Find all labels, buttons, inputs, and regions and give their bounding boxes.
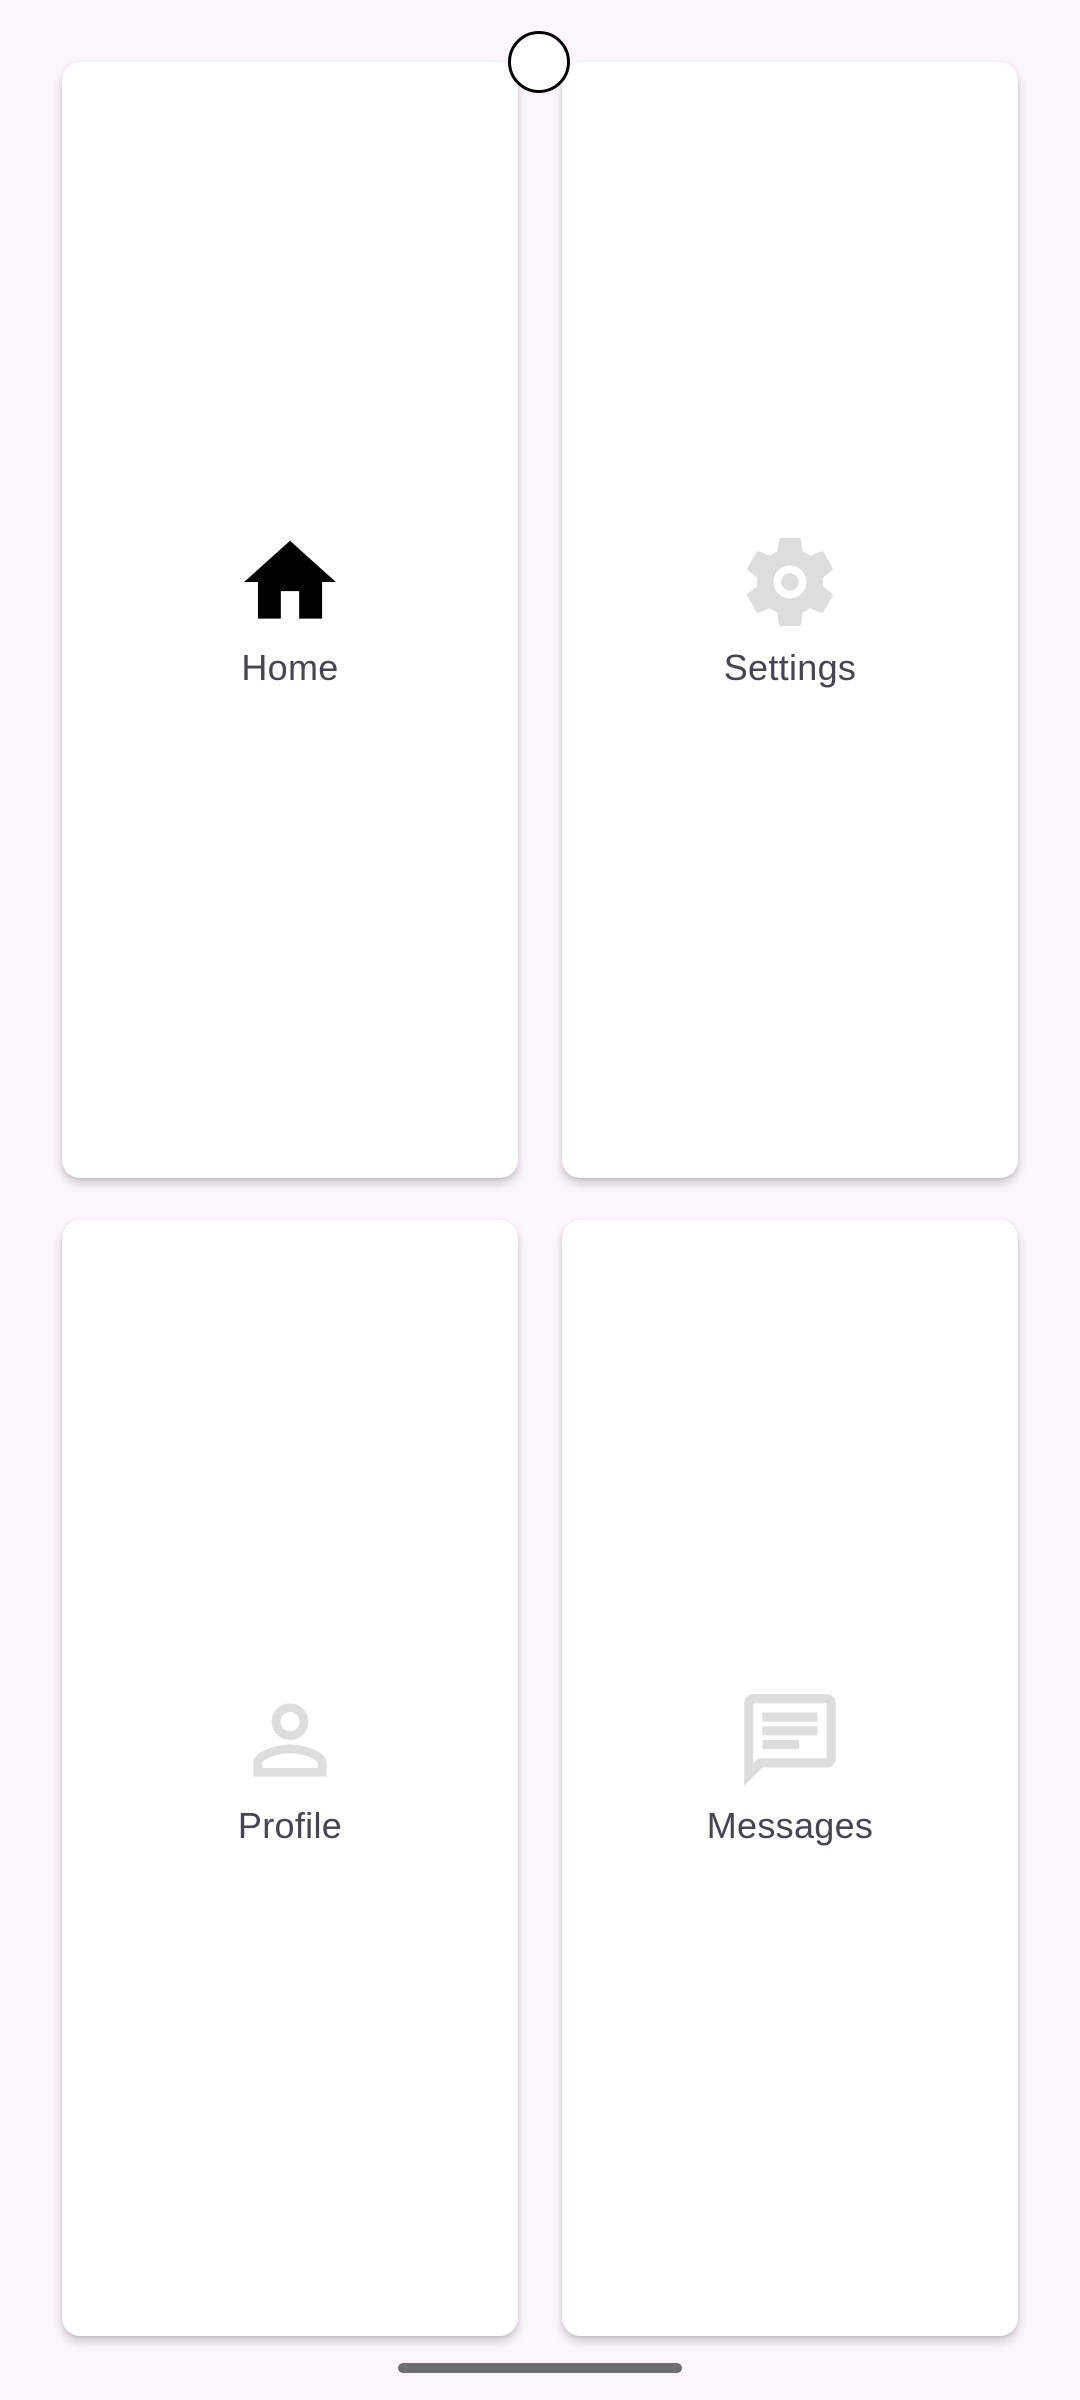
home-label: Home bbox=[241, 647, 339, 688]
tile-grid: Home Settings Profile Messages bbox=[62, 62, 1018, 2336]
settings-label: Settings bbox=[723, 647, 857, 688]
profile-tile[interactable]: Profile bbox=[62, 1220, 518, 2336]
gear-icon bbox=[735, 527, 845, 637]
person-icon bbox=[235, 1685, 345, 1795]
messages-tile[interactable]: Messages bbox=[562, 1220, 1018, 2336]
gesture-home-bar[interactable] bbox=[398, 2363, 682, 2373]
home-tile[interactable]: Home bbox=[62, 62, 518, 1178]
settings-tile[interactable]: Settings bbox=[562, 62, 1018, 1178]
app-screen: Home Settings Profile Messages bbox=[0, 0, 1080, 2400]
home-icon bbox=[235, 527, 345, 637]
profile-label: Profile bbox=[237, 1805, 343, 1846]
camera-cutout bbox=[508, 31, 570, 93]
message-icon bbox=[735, 1685, 845, 1795]
messages-label: Messages bbox=[706, 1805, 874, 1846]
